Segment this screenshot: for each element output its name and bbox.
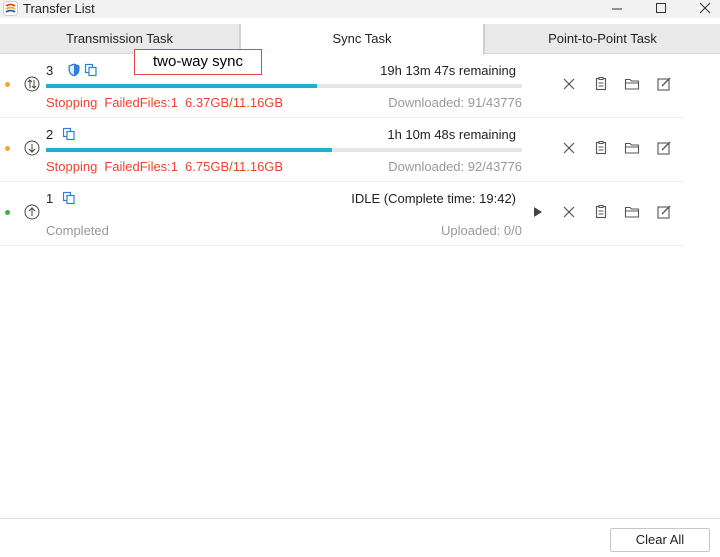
maximize-icon[interactable] (646, 0, 676, 18)
time-remaining: 19h 13m 47s remaining (380, 63, 516, 78)
edit-icon[interactable] (656, 204, 672, 220)
status-dot (5, 82, 10, 87)
task-status: Stopping FailedFiles:1 6.75GB/11.16GB (46, 159, 283, 174)
shield-icon (68, 63, 80, 77)
status-label: Stopping (46, 95, 98, 110)
app-logo-icon (3, 1, 18, 16)
clipboard-icon[interactable] (593, 204, 609, 220)
failed-files: FailedFiles:1 (104, 95, 179, 110)
task-status: Completed (46, 223, 109, 238)
status-dot (5, 210, 10, 215)
copy-icon (62, 127, 75, 141)
two-way-sync-icon (24, 76, 40, 92)
minimize-icon[interactable] (602, 0, 632, 18)
download-counter: Downloaded: 91/43776 (388, 95, 522, 110)
title-bar: Transfer List (0, 0, 720, 18)
progress-fill (46, 148, 332, 152)
window-title: Transfer List (23, 1, 95, 16)
folder-icon[interactable] (624, 204, 640, 220)
folder-icon[interactable] (624, 140, 640, 156)
annotation-label: two-way sync (134, 49, 262, 75)
upload-icon (24, 204, 40, 220)
status-dot (5, 146, 10, 151)
status-label: Completed (46, 223, 109, 238)
close-icon[interactable] (690, 0, 720, 18)
upload-counter: Uploaded: 0/0 (441, 223, 522, 238)
failed-files: FailedFiles:1 (104, 159, 179, 174)
copy-icon (84, 63, 97, 77)
cancel-icon[interactable] (561, 76, 577, 92)
transfer-size: 6.37GB/11.16GB (185, 95, 284, 110)
task-number: 2 (46, 127, 54, 142)
edit-icon[interactable] (656, 76, 672, 92)
tab-bar: Transmission Task Sync Task Point-to-Poi… (0, 24, 720, 55)
cancel-icon[interactable] (561, 204, 577, 220)
transfer-size: 6.75GB/11.16GB (185, 159, 284, 174)
download-counter: Downloaded: 92/43776 (388, 159, 522, 174)
edit-icon[interactable] (656, 140, 672, 156)
task-number: 3 (46, 63, 54, 78)
folder-icon[interactable] (624, 76, 640, 92)
task-row[interactable]: 1 IDLE (Complete time: 19:42) Completed … (0, 182, 683, 246)
tab-sync-task[interactable]: Sync Task (240, 24, 484, 55)
progress-bar (46, 148, 522, 152)
clipboard-icon[interactable] (593, 140, 609, 156)
cancel-icon[interactable] (561, 140, 577, 156)
task-status: Stopping FailedFiles:1 6.37GB/11.16GB (46, 95, 283, 110)
task-row[interactable]: 2 1h 10m 48s remaining Stopping FailedFil… (0, 118, 683, 182)
tab-point-to-point-task[interactable]: Point-to-Point Task (484, 24, 720, 54)
progress-bar (46, 84, 522, 88)
clipboard-icon[interactable] (593, 76, 609, 92)
play-icon[interactable] (530, 204, 546, 220)
copy-icon (62, 191, 75, 205)
task-row[interactable]: 3 19h 13m 47s remaining Stopping FailedFi… (0, 54, 683, 118)
idle-status: IDLE (Complete time: 19:42) (351, 191, 516, 206)
task-number: 1 (46, 191, 54, 206)
progress-fill (46, 84, 318, 88)
footer-divider (0, 518, 720, 519)
download-icon (24, 140, 40, 156)
status-label: Stopping (46, 159, 98, 174)
time-remaining: 1h 10m 48s remaining (387, 127, 516, 142)
clear-all-button[interactable]: Clear All (610, 528, 710, 552)
